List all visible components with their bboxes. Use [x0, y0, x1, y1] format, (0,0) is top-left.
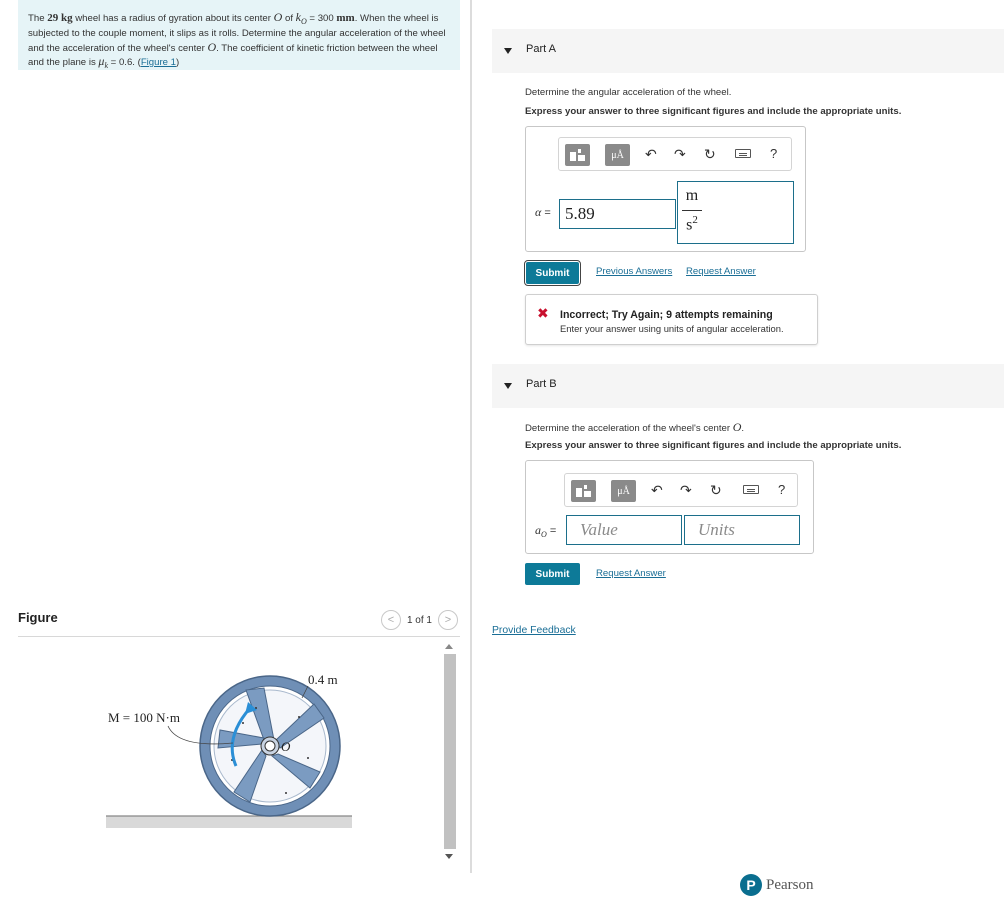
- figure-page-indicator: 1 of 1: [406, 614, 432, 626]
- part-a-prompt: Determine the angular acceleration of th…: [525, 87, 732, 98]
- problem-text: wheel has a radius of gyration about its…: [72, 13, 274, 24]
- pearson-logo: P Pearson: [740, 874, 814, 896]
- center-label: O: [281, 739, 291, 754]
- part-b-title: Part B: [526, 378, 557, 390]
- figure-title: Figure: [18, 610, 58, 625]
- part-a-answer-box: μÅ ↶ ↷ ↻ ? α = 5.89 m s2: [525, 126, 806, 252]
- units-fraction: m s2: [682, 187, 702, 234]
- part-b-value-input[interactable]: Value: [566, 515, 682, 545]
- part-b-submit-button[interactable]: Submit: [525, 563, 580, 585]
- collapse-triangle-icon[interactable]: [504, 48, 512, 54]
- templates-button[interactable]: [565, 144, 590, 166]
- scroll-down-arrow-icon[interactable]: [445, 854, 453, 859]
- provide-feedback-link[interactable]: Provide Feedback: [492, 625, 576, 636]
- problem-var-o: O: [273, 10, 283, 24]
- pearson-name: Pearson: [766, 876, 814, 893]
- help-icon[interactable]: ?: [778, 482, 785, 498]
- problem-statement: The 29 kg wheel has a radius of gyration…: [18, 0, 460, 70]
- next-figure-button[interactable]: >: [438, 610, 458, 630]
- part-b-header[interactable]: Part B: [492, 364, 1004, 408]
- problem-var-o: O: [207, 39, 217, 54]
- part-a-units-input[interactable]: m s2: [677, 181, 794, 244]
- wheel-diagram: M = 100 N·m 0.4 m O: [106, 672, 352, 828]
- feedback-message: Enter your answer using units of angular…: [560, 323, 784, 334]
- templates-icon: [569, 149, 585, 161]
- part-a-submit-button[interactable]: Submit: [524, 260, 581, 286]
- undo-icon[interactable]: ↶: [651, 482, 663, 498]
- problem-text: ): [176, 57, 180, 69]
- part-a-instruction: Express your answer to three significant…: [525, 106, 902, 117]
- part-b-answer-box: μÅ ↶ ↷ ↻ ? aO = Value Units: [525, 460, 814, 554]
- figure-viewport: M = 100 N·m 0.4 m O: [18, 638, 443, 870]
- ground-plane: [106, 816, 352, 828]
- prompt-text: Determine the acceleration of the wheel'…: [525, 423, 733, 434]
- help-icon[interactable]: ?: [770, 146, 777, 162]
- part-a-request-answer-link[interactable]: Request Answer: [686, 266, 756, 277]
- units-numerator: m: [685, 187, 699, 204]
- radius-label: 0.4 m: [308, 672, 338, 687]
- part-b-request-answer-link[interactable]: Request Answer: [596, 568, 666, 579]
- prompt-end: .: [741, 423, 745, 434]
- column-divider: [470, 0, 472, 873]
- templates-icon: [575, 485, 591, 497]
- reset-icon[interactable]: ↻: [704, 146, 716, 162]
- problem-text: The: [28, 13, 48, 24]
- scrollbar-thumb[interactable]: [444, 654, 456, 849]
- collapse-triangle-icon[interactable]: [504, 383, 512, 389]
- previous-answers-link[interactable]: Previous Answers: [596, 266, 672, 277]
- problem-unit-mm: mm: [336, 12, 355, 24]
- feedback-title: Incorrect; Try Again; 9 attempts remaini…: [560, 309, 773, 321]
- scroll-up-arrow-icon[interactable]: [445, 644, 453, 649]
- keyboard-icon[interactable]: [743, 485, 759, 494]
- part-b-instruction: Express your answer to three significant…: [525, 440, 902, 451]
- prev-figure-button[interactable]: <: [380, 610, 401, 630]
- incorrect-x-icon: ✖: [537, 305, 549, 321]
- templates-button[interactable]: [571, 480, 596, 502]
- figure-link[interactable]: Figure 1: [141, 57, 176, 68]
- equals-sign: =: [546, 525, 557, 537]
- part-b-prompt: Determine the acceleration of the wheel'…: [525, 420, 744, 435]
- units-denominator: s2: [686, 214, 698, 234]
- redo-icon[interactable]: ↷: [674, 146, 686, 162]
- figure-header: Figure < 1 of 1 >: [18, 610, 460, 637]
- reset-icon[interactable]: ↻: [710, 482, 722, 498]
- keyboard-icon[interactable]: [735, 149, 751, 158]
- figure-scrollbar[interactable]: [443, 638, 457, 868]
- part-a-toolbar: μÅ ↶ ↷ ↻ ?: [558, 137, 792, 171]
- units-button[interactable]: μÅ: [605, 144, 630, 166]
- moment-label: M = 100 N·m: [108, 710, 180, 725]
- part-b-units-input[interactable]: Units: [684, 515, 800, 545]
- fraction-bar: [682, 210, 702, 211]
- figure-pager: < 1 of 1 >: [380, 610, 458, 630]
- part-a-header[interactable]: Part A: [492, 29, 1004, 73]
- problem-text: = 0.6. (: [108, 57, 141, 69]
- part-a-title: Part A: [526, 43, 556, 55]
- redo-icon[interactable]: ↷: [680, 482, 692, 498]
- wheel: [199, 675, 341, 817]
- part-a-feedback: ✖ Incorrect; Try Again; 9 attempts remai…: [525, 294, 818, 345]
- problem-text: of: [282, 13, 296, 24]
- pearson-p-icon: P: [740, 874, 762, 896]
- equals-sign: =: [541, 207, 551, 219]
- part-b-toolbar: μÅ ↶ ↷ ↻ ?: [564, 473, 798, 507]
- units-button[interactable]: μÅ: [611, 480, 636, 502]
- part-b-variable: aO =: [535, 523, 556, 539]
- part-a-variable: α =: [535, 205, 551, 220]
- undo-icon[interactable]: ↶: [645, 146, 657, 162]
- problem-text: = 300: [306, 13, 337, 24]
- problem-mass: 29 kg: [47, 12, 73, 24]
- part-a-value-input[interactable]: 5.89: [559, 199, 676, 229]
